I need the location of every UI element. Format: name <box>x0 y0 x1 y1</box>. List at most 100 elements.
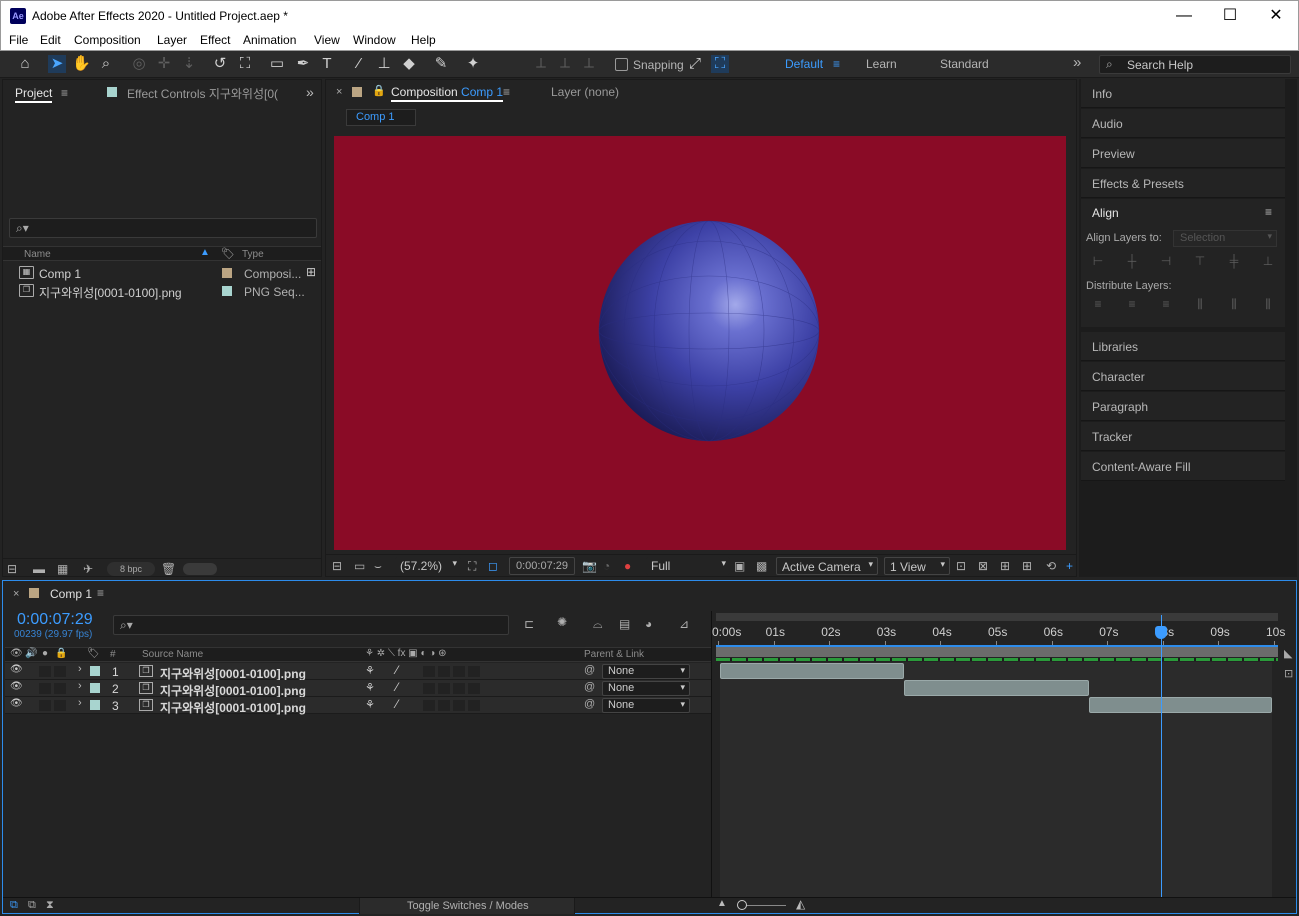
menu-file[interactable]: File <box>9 33 28 47</box>
tracker-panel[interactable]: Tracker <box>1081 422 1285 451</box>
timeline-search-input[interactable]: ⌕▾ <box>113 615 509 635</box>
camera-dropdown[interactable]: Active Camera ▾ <box>776 557 878 575</box>
new-folder-icon[interactable]: ▬ <box>33 562 45 576</box>
workspace-menu-icon[interactable]: ≡ <box>833 57 840 71</box>
tab-layer[interactable]: Layer (none) <box>551 85 619 99</box>
layer-bar[interactable] <box>1088 697 1272 713</box>
distribute-right-icon[interactable]: ⫼ <box>1260 297 1276 313</box>
pickwhip-icon[interactable]: @ <box>584 664 595 676</box>
solo-toggle[interactable] <box>54 666 66 677</box>
show-snapshot-icon[interactable]: ◔ <box>603 559 610 573</box>
expand-chevron-icon[interactable]: › <box>78 680 82 692</box>
preview-panel[interactable]: Preview <box>1081 139 1285 168</box>
graph-editor-icon[interactable]: ⊿ <box>679 617 689 631</box>
orbit-camera-icon[interactable]: ◎ <box>130 55 148 73</box>
shy-switch-icon[interactable]: ⚘ <box>365 681 375 694</box>
panel-menu-icon[interactable]: ≡ <box>1265 205 1272 219</box>
reset-exposure-icon[interactable]: ⟲ <box>1046 559 1056 573</box>
lock-icon[interactable]: 🔒 <box>372 84 386 97</box>
sort-ascending-icon[interactable]: ▲ <box>200 247 210 258</box>
current-timecode[interactable]: 0:00:07:29 <box>17 611 93 629</box>
trash-icon[interactable]: 🗑 <box>161 562 176 576</box>
world-axis-icon[interactable]: ⟂ <box>556 55 574 73</box>
layer-bar[interactable] <box>903 680 1089 696</box>
audio-toggle[interactable] <box>39 700 51 711</box>
work-area-bar[interactable] <box>716 613 1278 621</box>
table-row[interactable]: 👁 › 1 ❐ 지구와위성[0001-0100].png ⚘ ⁄ @ None ▾ <box>5 663 711 681</box>
eye-icon[interactable]: 👁 <box>10 648 23 659</box>
parent-dropdown[interactable]: None ▾ <box>602 681 690 696</box>
pan-behind-icon[interactable]: ⛶ <box>236 55 254 73</box>
snap-options-icon[interactable]: ⤢ <box>686 55 704 73</box>
resolution-dropdown[interactable]: Full ▾ <box>646 557 730 575</box>
rectangle-tool-icon[interactable]: ▭ <box>268 55 286 73</box>
eraser-tool-icon[interactable]: ◆ <box>400 55 418 73</box>
panel-menu-icon[interactable]: ≡ <box>97 586 104 600</box>
table-row[interactable]: 👁 › 2 ❐ 지구와위성[0001-0100].png ⚘ ⁄ @ None ▾ <box>5 680 711 698</box>
parent-dropdown[interactable]: None ▾ <box>602 664 690 679</box>
search-help-field[interactable]: ⌕ Search Help <box>1099 55 1291 74</box>
pickwhip-icon[interactable]: @ <box>584 698 595 710</box>
dolly-camera-icon[interactable]: ⇣ <box>180 55 198 73</box>
lock-icon[interactable]: 🔒 <box>55 648 67 659</box>
close-button[interactable]: ✕ <box>1253 5 1299 27</box>
thumbnail-slider[interactable] <box>183 563 217 575</box>
layer-source-name[interactable]: 지구와위성[0001-0100].png <box>160 699 306 716</box>
type-tool-icon[interactable]: T <box>318 55 336 73</box>
pan-camera-icon[interactable]: ✛ <box>155 55 173 73</box>
quality-switch-icon[interactable]: ⁄ <box>396 680 398 694</box>
parent-dropdown[interactable]: None ▾ <box>602 698 690 713</box>
table-row[interactable]: 👁 › 3 ❐ 지구와위성[0001-0100].png ⚘ ⁄ @ None ▾ <box>5 697 711 716</box>
distribute-vcenter-icon[interactable]: ≡ <box>1124 297 1140 313</box>
menu-view[interactable]: View <box>314 33 340 47</box>
workspace-standard[interactable]: Standard <box>940 57 989 71</box>
snap-features-icon[interactable]: ⛶ <box>711 55 729 73</box>
column-source-name[interactable]: Source Name <box>142 649 203 660</box>
column-name[interactable]: Name <box>24 249 51 260</box>
info-panel[interactable]: Info <box>1081 79 1285 108</box>
audio-icon[interactable]: 🔊 <box>25 648 37 659</box>
distribute-top-icon[interactable]: ≡ <box>1090 297 1106 313</box>
camera-snapshot-icon[interactable]: 📷 <box>582 559 597 573</box>
column-parent-link[interactable]: Parent & Link <box>584 649 644 660</box>
snapping-checkbox[interactable] <box>615 58 628 71</box>
panel-menu-icon[interactable]: ≡ <box>61 86 68 100</box>
column-number[interactable]: # <box>110 649 116 660</box>
comp-button-icon[interactable]: ⊡ <box>1284 667 1293 680</box>
project-search-input[interactable]: ⌕▾ <box>9 218 317 238</box>
eye-icon[interactable]: 👁 <box>10 681 23 692</box>
eye-icon[interactable]: 👁 <box>10 664 23 675</box>
workspace-default[interactable]: Default <box>785 57 823 71</box>
align-to-dropdown[interactable]: Selection ▾ <box>1173 230 1277 247</box>
list-item[interactable]: ▦ Comp 1 Composi... ⊞ <box>3 265 321 283</box>
distribute-hcenter-icon[interactable]: ⫼ <box>1226 297 1242 313</box>
zoom-in-icon[interactable]: ◭ <box>796 897 805 911</box>
expand-chevron-icon[interactable]: › <box>78 697 82 709</box>
time-ruler[interactable]: 0:00s01s02s03s04s05s06s07s08s09s10s <box>712 621 1298 645</box>
align-panel-title[interactable]: Align <box>1092 206 1119 220</box>
new-composition-icon[interactable]: ▦ <box>57 562 68 576</box>
tab-composition[interactable]: Composition Comp 1 <box>391 85 504 102</box>
column-type[interactable]: Type <box>242 249 264 260</box>
project-settings-icon[interactable]: ✈ <box>83 562 93 576</box>
exposure-icon[interactable]: + <box>1066 559 1073 573</box>
layer-color-swatch[interactable] <box>90 683 100 693</box>
eye-icon[interactable]: 👁 <box>10 698 23 709</box>
layer-color-swatch[interactable] <box>90 700 100 710</box>
draft-3d-icon[interactable]: ✺ <box>557 615 567 629</box>
audio-toggle[interactable] <box>39 683 51 694</box>
workspace-learn[interactable]: Learn <box>866 57 897 71</box>
layer-switches[interactable] <box>423 683 483 694</box>
rotate-tool-icon[interactable]: ↺ <box>211 55 229 73</box>
zoom-out-icon[interactable]: ▲ <box>717 898 727 909</box>
mask-icon[interactable]: ⌣ <box>374 559 382 574</box>
fast-preview-icon[interactable]: ▣ <box>734 559 745 573</box>
timeline-icon[interactable]: ⊠ <box>978 559 988 573</box>
paragraph-panel[interactable]: Paragraph <box>1081 392 1285 421</box>
toggle-switches-modes-button[interactable]: Toggle Switches / Modes <box>359 898 575 914</box>
local-axis-icon[interactable]: ⟂ <box>532 55 550 73</box>
home-icon[interactable]: ⌂ <box>16 55 34 73</box>
comp-flowchart-icon[interactable]: ⊞ <box>1000 559 1010 573</box>
menu-window[interactable]: Window <box>353 33 396 47</box>
align-vcenter-icon[interactable]: ╪ <box>1226 254 1242 270</box>
